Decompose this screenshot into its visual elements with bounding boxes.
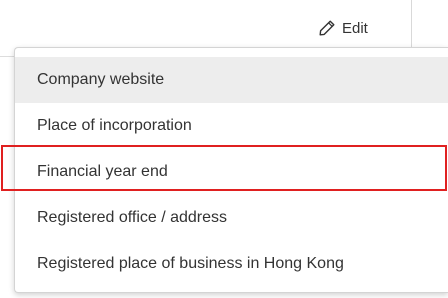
pencil-icon — [318, 19, 336, 37]
screen: Edit Company website Place of incorporat… — [0, 0, 448, 298]
menu-item-financial-year-end[interactable]: Financial year end — [15, 149, 448, 195]
menu-item-label: Registered place of business in Hong Kon… — [37, 255, 344, 272]
menu-item-registered-place-of-business[interactable]: Registered place of business in Hong Kon… — [15, 241, 448, 287]
menu-item-label: Company website — [37, 71, 165, 88]
menu-item-label: Registered office / address — [37, 209, 228, 226]
edit-label: Edit — [342, 19, 368, 37]
header-divider — [411, 0, 412, 50]
menu-item-registered-office-address[interactable]: Registered office / address — [15, 195, 448, 241]
menu-item-place-of-incorporation[interactable]: Place of incorporation — [15, 103, 448, 149]
edit-button[interactable]: Edit — [318, 14, 368, 42]
dropdown-menu: Company website Place of incorporation F… — [14, 47, 448, 293]
menu-item-company-website[interactable]: Company website — [15, 57, 448, 103]
menu-item-label: Financial year end — [37, 163, 168, 180]
background-divider — [0, 56, 14, 57]
menu-item-label: Place of incorporation — [37, 117, 192, 134]
